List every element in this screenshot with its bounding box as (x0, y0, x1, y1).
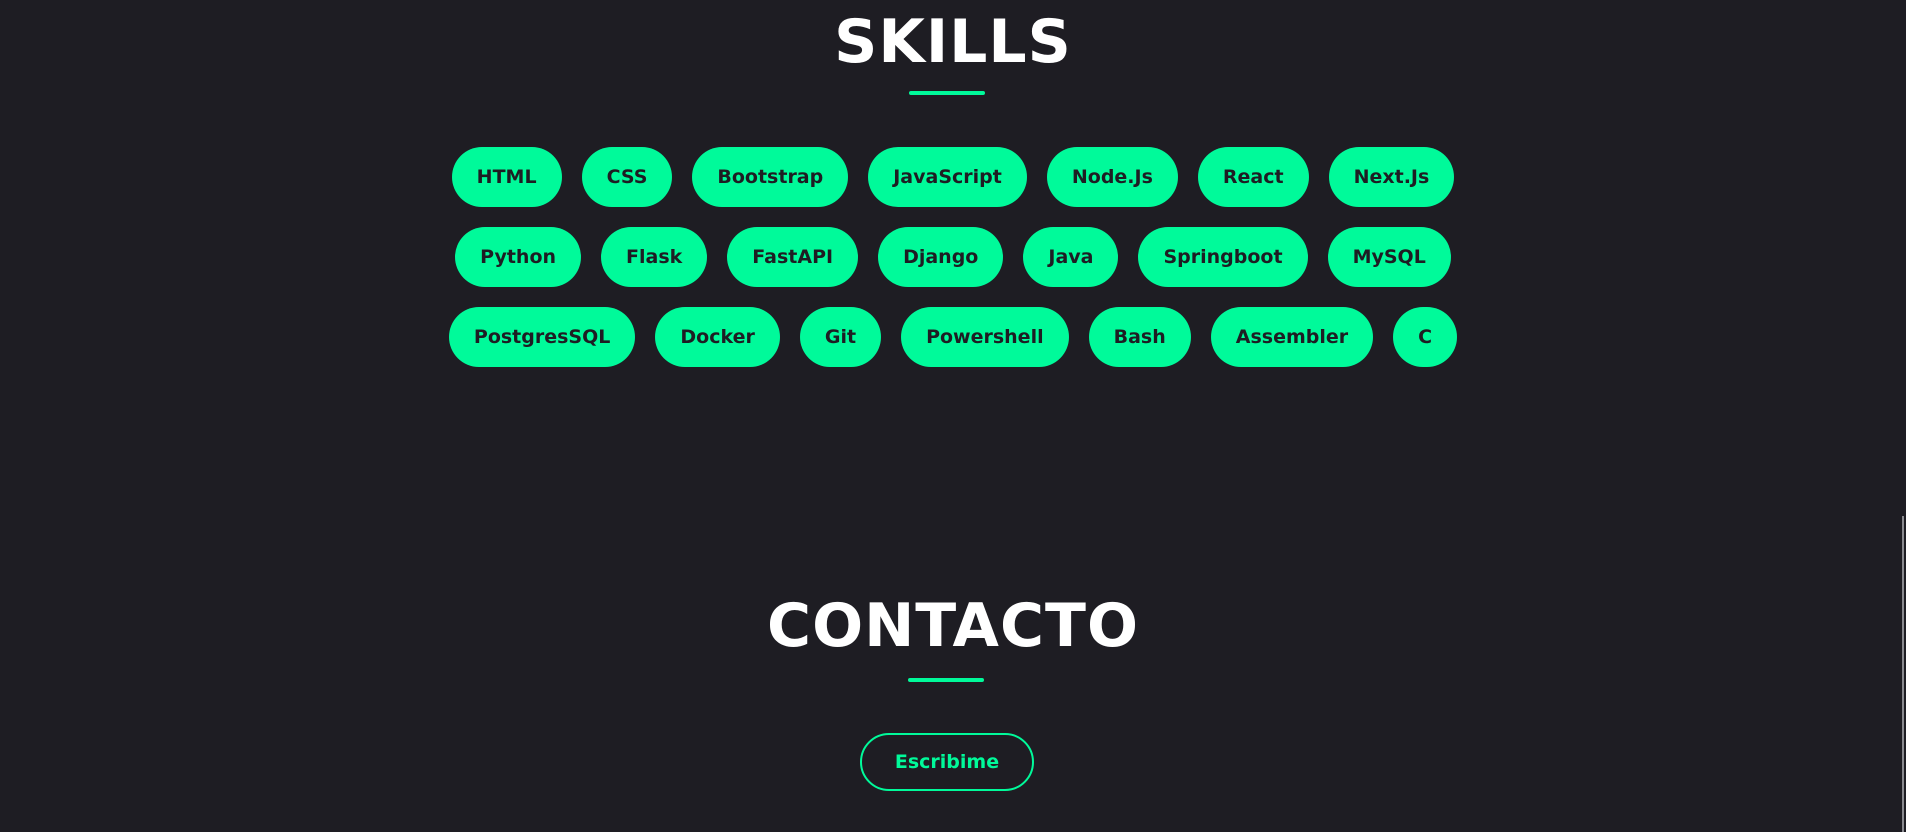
contact-heading-underline (908, 678, 984, 682)
skill-pill: CSS (581, 147, 673, 207)
skill-pill: Java (1023, 227, 1119, 287)
skill-pill: FastAPI (727, 227, 859, 287)
skill-pill: Git (799, 307, 882, 367)
skill-pill: Python (455, 227, 582, 287)
page-scrollbar[interactable] (1902, 516, 1904, 832)
skill-pill: Bash (1088, 307, 1191, 367)
skill-pill: Next.Js (1328, 147, 1455, 207)
skill-pill: HTML (451, 147, 562, 207)
skill-pill: Docker (655, 307, 780, 367)
skills-heading: SKILLS (834, 7, 1072, 77)
write-me-button[interactable]: Escribime (860, 733, 1034, 791)
skill-pill: Assembler (1210, 307, 1374, 367)
skill-pill: MySQL (1327, 227, 1451, 287)
skills-row: Python Flask FastAPI Django Java Springboot My… (0, 227, 1906, 287)
skill-pill: Springboot (1138, 227, 1308, 287)
portfolio-page: SKILLS HTML CSS Bootstrap JavaScript Node.Js… (0, 0, 1906, 832)
skills-row: HTML CSS Bootstrap JavaScript Node.Js React Ne… (0, 147, 1906, 207)
contact-heading: CONTACTO (767, 591, 1139, 661)
skill-pill: Django (878, 227, 1004, 287)
skill-pill: React (1197, 147, 1309, 207)
skills-heading-underline (909, 91, 985, 95)
skill-pill: Node.Js (1046, 147, 1178, 207)
skill-pill: Flask (601, 227, 708, 287)
skill-pill: Powershell (901, 307, 1069, 367)
skill-pill: C (1393, 307, 1458, 367)
skill-pill: PostgresSQL (448, 307, 636, 367)
skills-row: PostgresSQL Docker Git Powershell Bash Assemb… (0, 307, 1906, 367)
skill-pill: Bootstrap (692, 147, 849, 207)
skill-pill: JavaScript (868, 147, 1027, 207)
